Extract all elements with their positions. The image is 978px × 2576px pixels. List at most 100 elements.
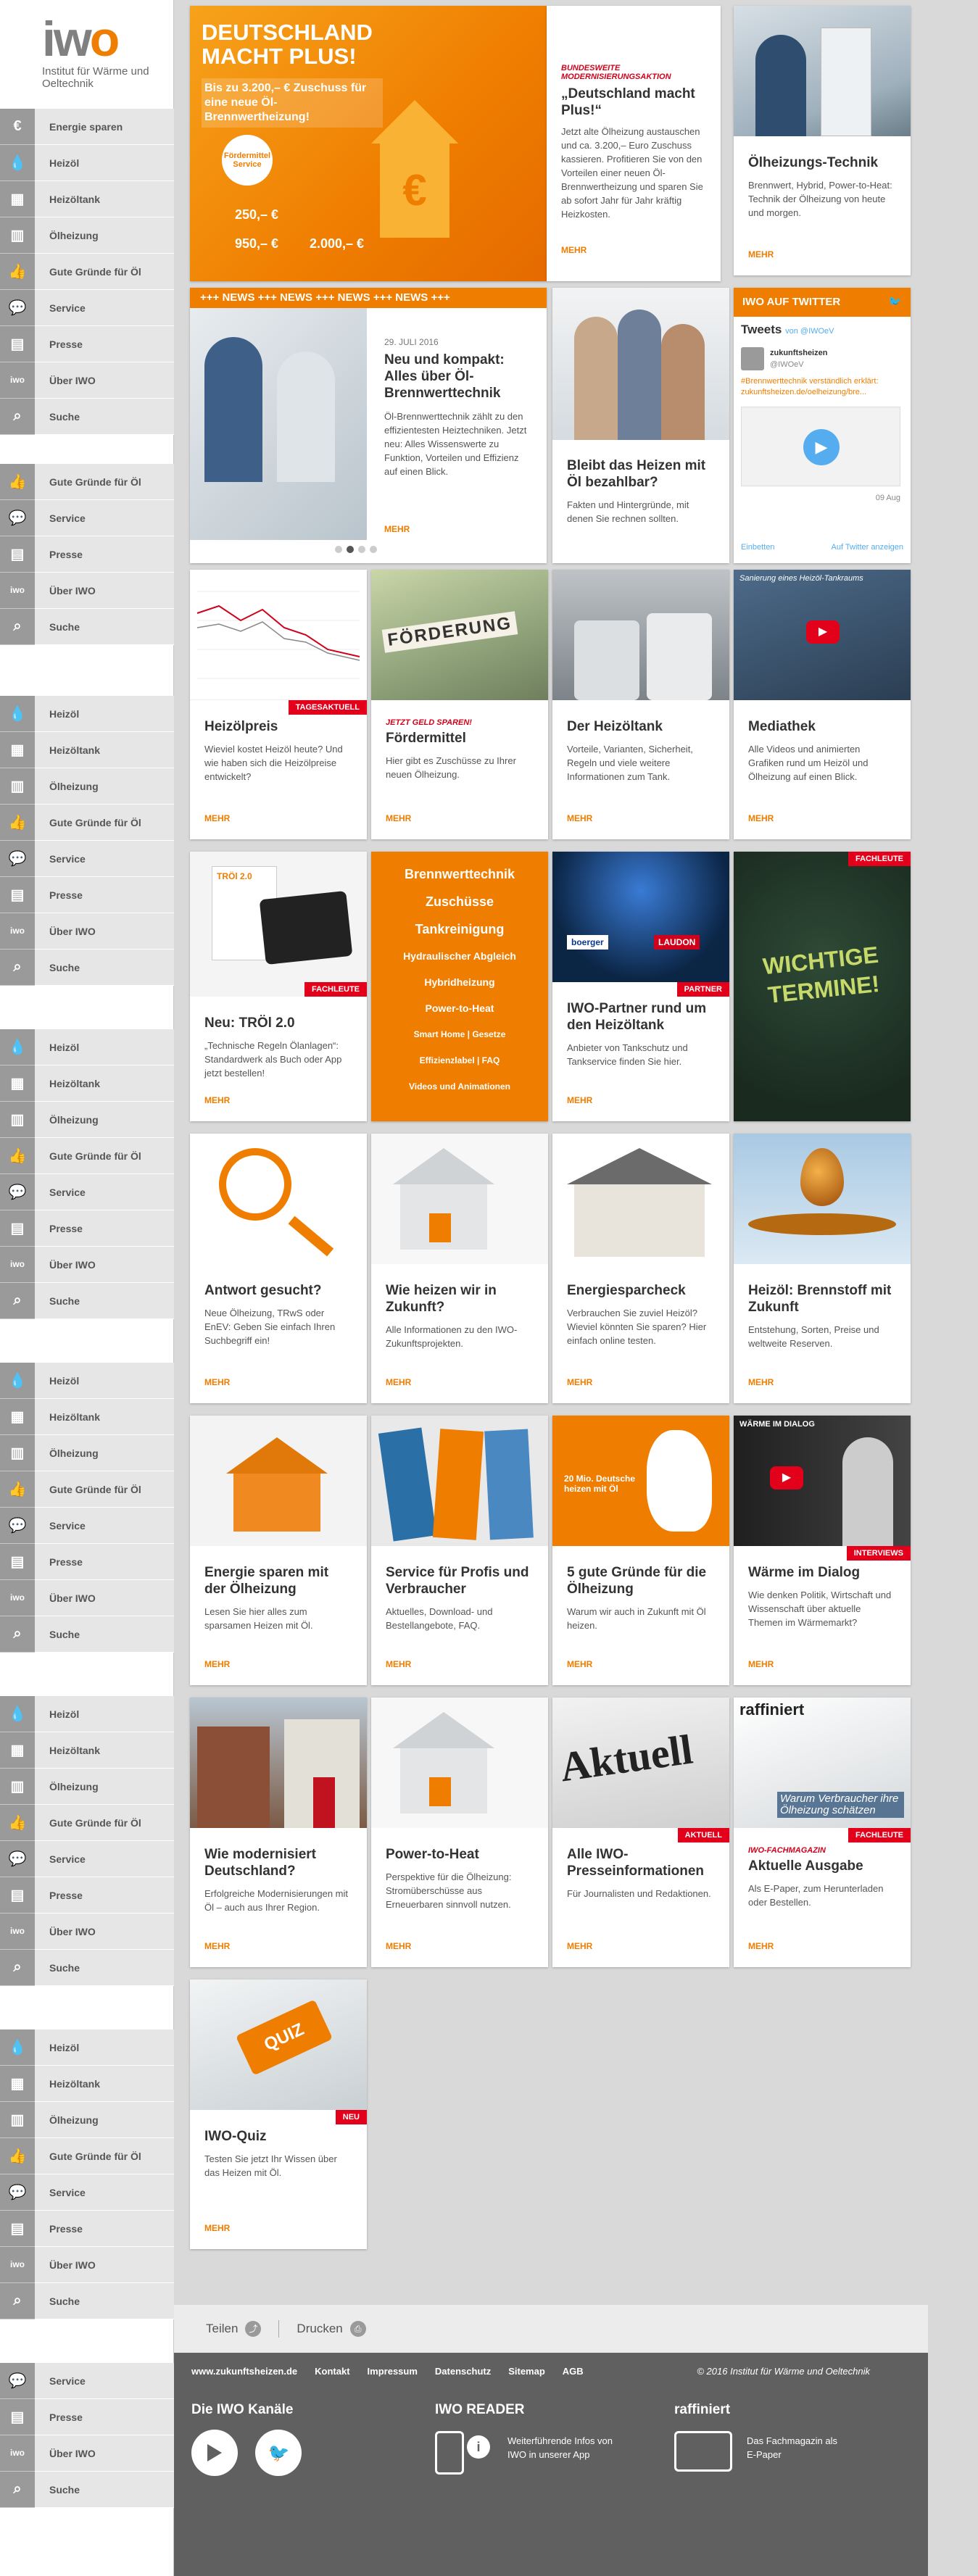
sidebar-item-über-iwo[interactable]: iwo Über IWO bbox=[0, 1913, 174, 1950]
topic-link[interactable]: Effizienzlabel | FAQ bbox=[371, 1047, 548, 1073]
play-icon[interactable]: ▶ bbox=[803, 429, 840, 465]
tile-foerdermittel[interactable]: FÖRDERUNG JETZT GELD SPAREN! Fördermitte… bbox=[371, 570, 548, 839]
more-link[interactable]: MEHR bbox=[748, 1941, 774, 1951]
tile-brennstoff[interactable]: Heizöl: Brennstoff mit Zukunft Entstehun… bbox=[734, 1134, 911, 1403]
sidebar-item-heizöl[interactable]: 💧 Heizöl bbox=[0, 144, 174, 181]
more-link[interactable]: MEHR bbox=[386, 1941, 411, 1951]
tile-oelheizungs-technik[interactable]: Ölheizungs-Technik Brennwert, Hybrid, Po… bbox=[734, 6, 911, 275]
sidebar-item-presse[interactable]: ▤ Presse bbox=[0, 1543, 174, 1580]
twitter-icon[interactable]: 🐦 bbox=[255, 2430, 302, 2476]
sidebar-item-suche[interactable]: ⌕ Suche bbox=[0, 1949, 174, 1986]
print-link[interactable]: Drucken bbox=[297, 2322, 342, 2336]
tile-quiz[interactable]: QUIZ NEU IWO-Quiz Testen Sie jetzt Ihr W… bbox=[190, 1979, 367, 2249]
sidebar-item-suche[interactable]: ⌕ Suche bbox=[0, 1616, 174, 1653]
hero-tile[interactable]: DEUTSCHLAND MACHT PLUS! Bis zu 3.200,– €… bbox=[190, 6, 547, 281]
tile-presse[interactable]: Aktuell AKTUELL Alle IWO-Presseinformati… bbox=[552, 1698, 729, 1967]
sidebar-item-presse[interactable]: ▤ Presse bbox=[0, 2210, 174, 2247]
iwo-logo[interactable]: iwo Institut für Wärme und Oeltechnik bbox=[42, 14, 165, 94]
news-slider[interactable]: +++ NEWS +++ NEWS +++ NEWS +++ NEWS +++ … bbox=[190, 288, 547, 563]
sidebar-item-ölheizung[interactable]: ▥ Ölheizung bbox=[0, 1768, 174, 1805]
more-link[interactable]: MEHR bbox=[748, 249, 774, 259]
sidebar-item-presse[interactable]: ▤ Presse bbox=[0, 325, 174, 362]
sidebar-item-gute-gründe-für-öl[interactable]: 👍 Gute Gründe für Öl bbox=[0, 253, 174, 290]
sidebar-item-heizöl[interactable]: 💧 Heizöl bbox=[0, 2029, 174, 2066]
more-link[interactable]: MEHR bbox=[204, 1659, 230, 1669]
video-thumbnail[interactable]: Sanierung eines Heizöl-Tankraums ▶ bbox=[734, 570, 911, 700]
sidebar-item-gute-gründe-für-öl[interactable]: 👍 Gute Gründe für Öl bbox=[0, 463, 174, 500]
sidebar-item-heizöltank[interactable]: ▦ Heizöltank bbox=[0, 1398, 174, 1435]
sidebar-item-heizöltank[interactable]: ▦ Heizöltank bbox=[0, 1065, 174, 1102]
tile-service[interactable]: Service für Profis und Verbraucher Aktue… bbox=[371, 1416, 548, 1685]
tile-heizoeltank[interactable]: Der Heizöltank Vorteile, Varianten, Sich… bbox=[552, 570, 729, 839]
more-link[interactable]: MEHR bbox=[204, 1941, 230, 1951]
sidebar-item-suche[interactable]: ⌕ Suche bbox=[0, 949, 174, 986]
youtube-icon[interactable] bbox=[191, 2430, 238, 2476]
topic-link[interactable]: Hybridheizung bbox=[371, 969, 548, 995]
sidebar-item-gute-gründe-für-öl[interactable]: 👍 Gute Gründe für Öl bbox=[0, 1137, 174, 1174]
sidebar-item-über-iwo[interactable]: iwo Über IWO bbox=[0, 2435, 174, 2472]
tile-antwort-gesucht[interactable]: Antwort gesucht? Neue Ölheizung, TRwS od… bbox=[190, 1134, 367, 1403]
share-icon[interactable]: ⤴ bbox=[245, 2321, 262, 2337]
sidebar-item-service[interactable]: 💬 Service bbox=[0, 840, 174, 877]
more-link[interactable]: MEHR bbox=[567, 1377, 592, 1387]
sidebar-item-service[interactable]: 💬 Service bbox=[0, 289, 174, 326]
footer-link[interactable]: www.zukunftsheizen.de bbox=[191, 2366, 297, 2377]
topic-link[interactable]: Zuschüsse bbox=[371, 888, 548, 915]
tile-mediathek[interactable]: Sanierung eines Heizöl-Tankraums ▶ Media… bbox=[734, 570, 911, 839]
sidebar-item-energie-sparen[interactable]: € Energie sparen bbox=[0, 108, 174, 145]
topic-link[interactable]: Smart Home | Gesetze bbox=[371, 1021, 548, 1047]
twitter-widget[interactable]: IWO AUF TWITTER 🐦 Tweets von @IWOeV zuku… bbox=[734, 288, 911, 563]
sidebar-item-ölheizung[interactable]: ▥ Ölheizung bbox=[0, 768, 174, 805]
sidebar-item-service[interactable]: 💬 Service bbox=[0, 499, 174, 536]
sidebar-item-heizöl[interactable]: 💧 Heizöl bbox=[0, 1029, 174, 1065]
tweets-by[interactable]: von @IWOeV bbox=[785, 327, 834, 336]
footer-link[interactable]: AGB bbox=[563, 2366, 584, 2377]
footer-link[interactable]: Datenschutz bbox=[435, 2366, 491, 2377]
sidebar-item-service[interactable]: 💬 Service bbox=[0, 2362, 174, 2399]
more-link[interactable]: MEHR bbox=[204, 1095, 230, 1105]
sidebar-item-heizöl[interactable]: 💧 Heizöl bbox=[0, 1695, 174, 1732]
sidebar-item-suche[interactable]: ⌕ Suche bbox=[0, 2471, 174, 2508]
topic-link[interactable]: Brennwerttechnik bbox=[371, 860, 548, 888]
more-link[interactable]: MEHR bbox=[567, 1659, 592, 1669]
topic-link[interactable]: Hydraulischer Abgleich bbox=[371, 943, 548, 969]
sidebar-item-service[interactable]: 💬 Service bbox=[0, 1840, 174, 1877]
tile-troel[interactable]: TRÖl 2.0 FACHLEUTE Neu: TRÖl 2.0 „Techni… bbox=[190, 852, 367, 1121]
footer-raffiniert[interactable]: raffiniert Das Fachmagazin als E-Paper bbox=[674, 2402, 837, 2472]
tile-power-to-heat[interactable]: Power-to-Heat Perspektive für die Ölheiz… bbox=[371, 1698, 548, 1967]
sidebar-item-ölheizung[interactable]: ▥ Ölheizung bbox=[0, 1101, 174, 1138]
sidebar-item-suche[interactable]: ⌕ Suche bbox=[0, 608, 174, 645]
youtube-play-icon[interactable]: ▶ bbox=[770, 1466, 803, 1489]
print-icon[interactable]: ⎙ bbox=[349, 2321, 366, 2337]
tile-energie-sparen[interactable]: Energie sparen mit der Ölheizung Lesen S… bbox=[190, 1416, 367, 1685]
sidebar-item-ölheizung[interactable]: ▥ Ölheizung bbox=[0, 1434, 174, 1471]
slider-dot-active[interactable] bbox=[347, 546, 354, 553]
sidebar-item-suche[interactable]: ⌕ Suche bbox=[0, 2282, 174, 2319]
more-link[interactable]: MEHR bbox=[204, 813, 230, 823]
footer-link[interactable]: Impressum bbox=[368, 2366, 418, 2377]
sidebar-item-heizöltank[interactable]: ▦ Heizöltank bbox=[0, 731, 174, 768]
tile-gute-gruende[interactable]: 20 Mio. Deutsche heizen mit Öl 5 gute Gr… bbox=[552, 1416, 729, 1685]
tweet-account-handle[interactable]: @IWOeV bbox=[770, 360, 804, 369]
tile-wichtige-termine[interactable]: FACHLEUTE WICHTIGE TERMINE! bbox=[734, 852, 911, 1121]
sidebar-item-heizöltank[interactable]: ▦ Heizöltank bbox=[0, 2065, 174, 2102]
sidebar-item-über-iwo[interactable]: iwo Über IWO bbox=[0, 362, 174, 399]
sidebar-item-über-iwo[interactable]: iwo Über IWO bbox=[0, 1246, 174, 1283]
twitter-view-link[interactable]: Auf Twitter anzeigen bbox=[832, 543, 903, 552]
sidebar-item-presse[interactable]: ▤ Presse bbox=[0, 1210, 174, 1247]
more-link[interactable]: MEHR bbox=[748, 1377, 774, 1387]
more-link[interactable]: MEHR bbox=[567, 1095, 592, 1105]
sidebar-item-heizöltank[interactable]: ▦ Heizöltank bbox=[0, 1732, 174, 1769]
share-link[interactable]: Teilen bbox=[206, 2322, 238, 2336]
sidebar-item-über-iwo[interactable]: iwo Über IWO bbox=[0, 2246, 174, 2283]
sidebar-item-heizöltank[interactable]: ▦ Heizöltank bbox=[0, 180, 174, 217]
sidebar-item-gute-gründe-für-öl[interactable]: 👍 Gute Gründe für Öl bbox=[0, 804, 174, 841]
sidebar-item-suche[interactable]: ⌕ Suche bbox=[0, 398, 174, 435]
more-link[interactable]: MEHR bbox=[204, 1377, 230, 1387]
interview-video-image[interactable]: WÄRME IM DIALOG ▶ bbox=[734, 1416, 911, 1546]
tile-modernisierung[interactable]: Wie modernisiert Deutschland? Erfolgreic… bbox=[190, 1698, 367, 1967]
slider-dot[interactable] bbox=[358, 546, 365, 553]
sidebar-item-über-iwo[interactable]: iwo Über IWO bbox=[0, 1579, 174, 1616]
sidebar-item-über-iwo[interactable]: iwo Über IWO bbox=[0, 913, 174, 950]
youtube-play-icon[interactable]: ▶ bbox=[806, 620, 840, 644]
